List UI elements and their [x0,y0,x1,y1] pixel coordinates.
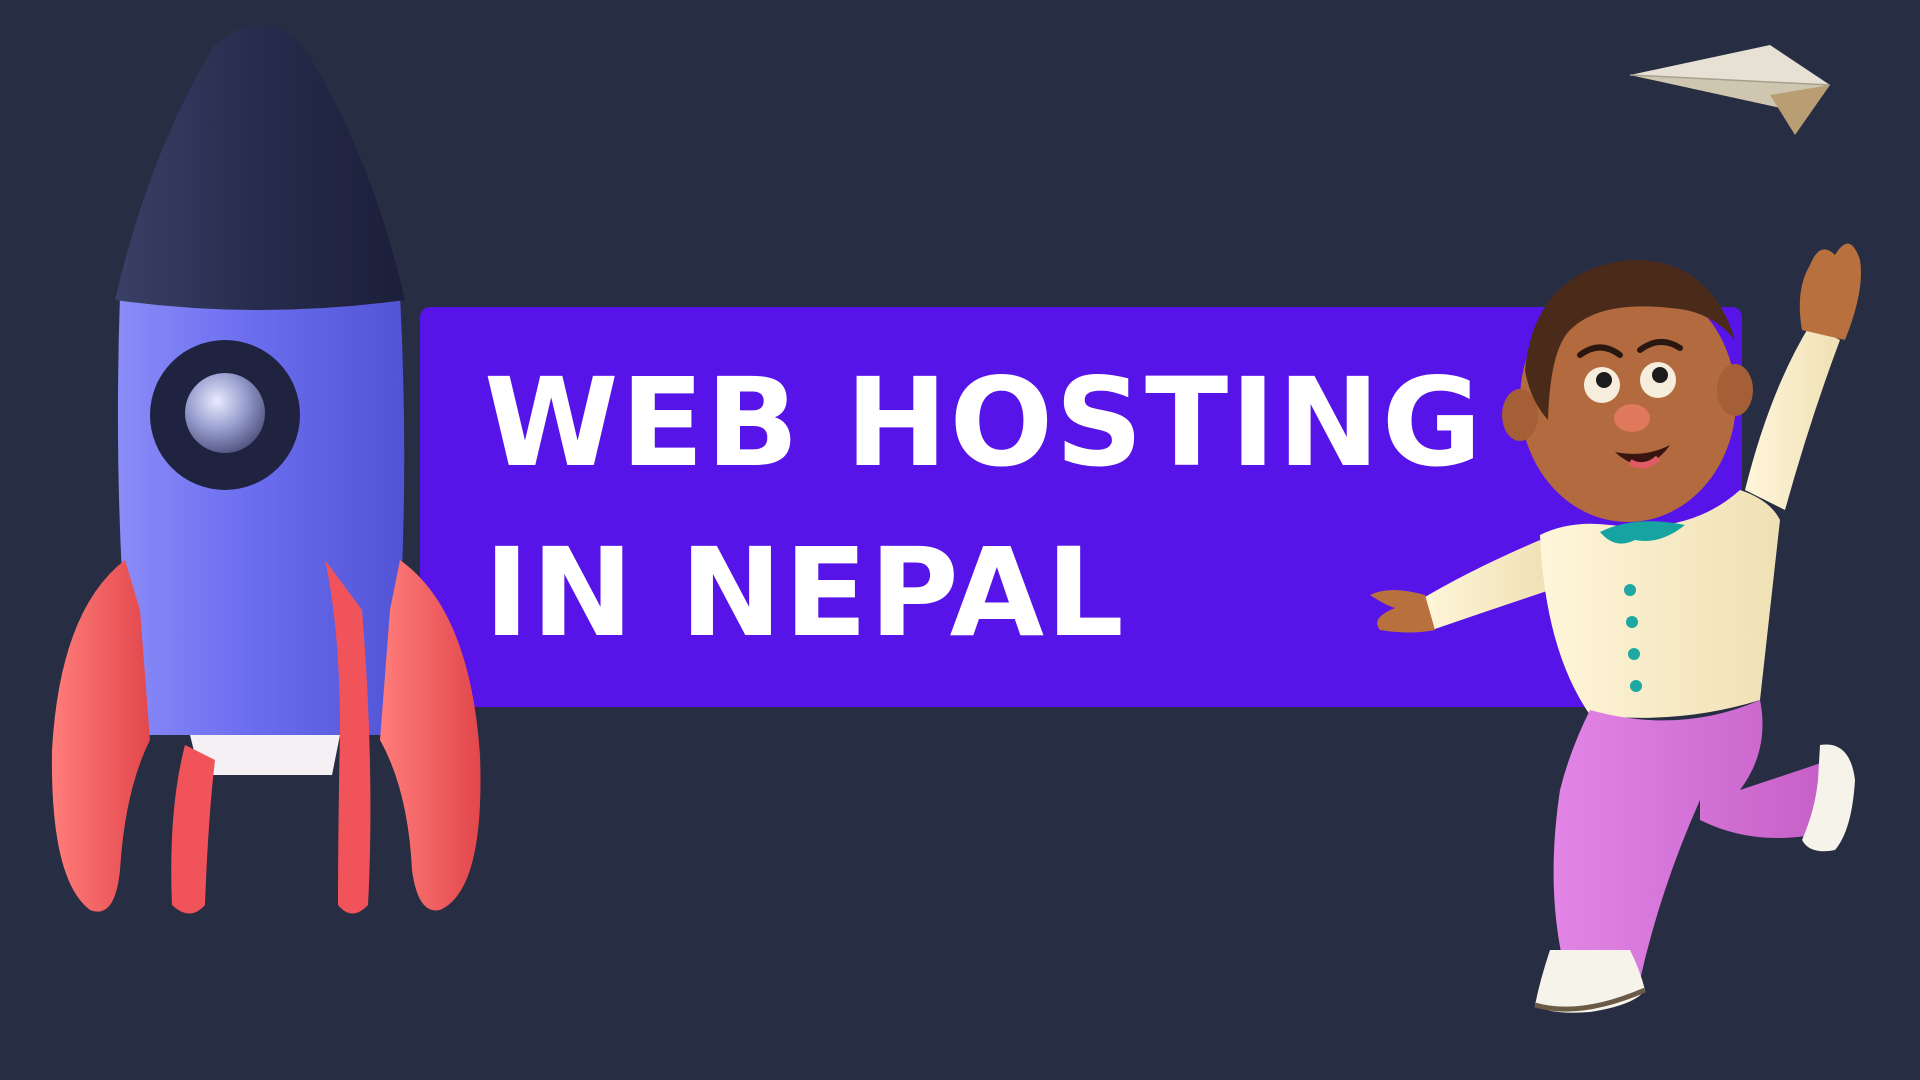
rocket-fin-center-left [171,745,215,914]
rocket-fin-left [51,560,150,912]
rocket-fin-right [380,560,481,911]
paper-plane-icon [1629,45,1831,135]
rocket-nose [115,25,405,310]
waving-kid-illustration [1370,243,1861,1013]
hero-banner: WEB HOSTING IN NEPAL [0,0,1920,1080]
rocket-window-glass [185,373,265,453]
rocket-icon [51,25,481,914]
